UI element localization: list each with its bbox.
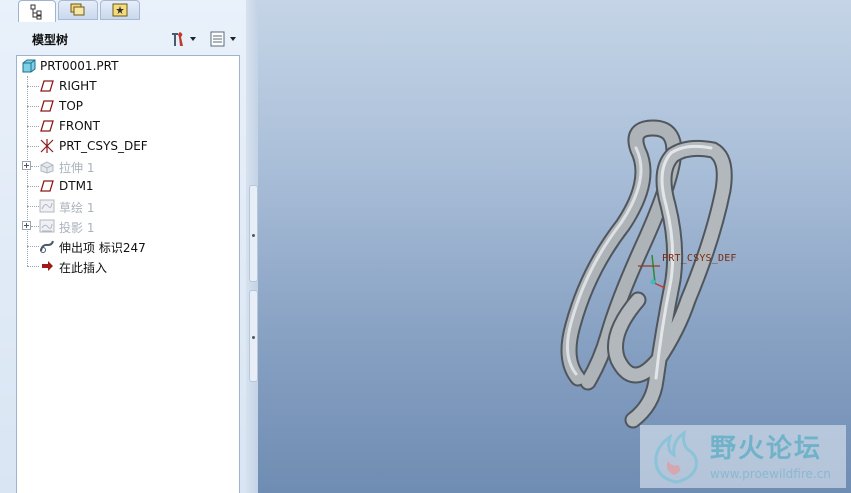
tree-connector xyxy=(31,226,39,227)
tree-item-extrude[interactable]: 拉伸 1 xyxy=(17,156,239,176)
flame-logo-icon xyxy=(654,429,698,484)
tab-layers[interactable] xyxy=(58,0,98,20)
tree-item-insert-here[interactable]: 在此插入 xyxy=(17,256,239,276)
tree-item-dtm1[interactable]: DTM1 xyxy=(17,176,239,196)
tree-connector xyxy=(27,206,39,207)
tree-connector xyxy=(27,186,39,187)
tree-settings-icon xyxy=(172,32,196,46)
tab-favorites[interactable] xyxy=(100,0,140,20)
collapse-grip-bottom[interactable] xyxy=(249,290,258,382)
tree-show-columns-button[interactable] xyxy=(208,29,242,49)
sketch-icon xyxy=(39,199,55,213)
part-icon xyxy=(22,59,36,73)
tree-item-label: 草绘 1 xyxy=(59,201,95,215)
watermark-url: www.proewildfire.cn xyxy=(710,467,831,481)
navigator-panel: 模型树 PRT0001.PRT RIGHT TOP FRONT PRT_CSYS… xyxy=(0,0,258,493)
datum-plane-icon xyxy=(40,180,54,192)
tree-connector xyxy=(27,86,39,87)
tree-connector xyxy=(31,166,39,167)
tree-item-csys[interactable]: PRT_CSYS_DEF xyxy=(17,136,239,156)
tree-item-projection[interactable]: 投影 1 xyxy=(17,216,239,236)
tree-item-label: 在此插入 xyxy=(59,261,108,275)
swept-wire-clip-model[interactable] xyxy=(258,0,851,493)
tree-root-node[interactable]: PRT0001.PRT xyxy=(17,56,239,76)
datum-plane-icon xyxy=(40,120,54,132)
tree-settings-button[interactable] xyxy=(168,29,202,49)
tree-item-right[interactable]: RIGHT xyxy=(17,76,239,96)
tab-model-tree[interactable] xyxy=(18,0,56,22)
model-tree-icon xyxy=(30,4,42,19)
tree-item-sketch[interactable]: 草绘 1 xyxy=(17,196,239,216)
datum-plane-icon xyxy=(40,100,54,112)
tree-connector xyxy=(27,126,39,127)
model-tree-title: 模型树 xyxy=(32,33,69,47)
tree-item-label: 投影 1 xyxy=(59,221,95,235)
favorites-icon xyxy=(112,3,128,17)
layers-icon xyxy=(70,3,85,16)
sweep-protrusion-icon xyxy=(40,240,54,253)
tree-item-label: FRONT xyxy=(59,119,100,133)
tree-item-label: 伸出项 标识247 xyxy=(59,241,146,255)
watermark-title: 野火论坛 xyxy=(710,434,823,464)
tree-item-label: 拉伸 1 xyxy=(59,161,95,175)
extrude-icon xyxy=(40,161,54,174)
model-tree: PRT0001.PRT RIGHT TOP FRONT PRT_CSYS_DEF… xyxy=(16,55,240,493)
csys-label: PRT_CSYS_DEF xyxy=(662,253,737,264)
expand-toggle[interactable] xyxy=(22,161,31,170)
tree-root-label: PRT0001.PRT xyxy=(40,59,119,73)
model-tree-header: 模型树 xyxy=(18,24,242,54)
projection-icon xyxy=(39,219,55,233)
collapse-grip-top[interactable] xyxy=(249,185,258,282)
tree-item-label: DTM1 xyxy=(59,179,94,193)
graphics-viewport[interactable]: PRT_CSYS_DEF xyxy=(258,0,851,493)
tree-item-label: TOP xyxy=(59,99,84,113)
tree-item-label: PRT_CSYS_DEF xyxy=(59,139,148,153)
expand-toggle[interactable] xyxy=(22,221,31,230)
tree-connector xyxy=(27,146,39,147)
datum-plane-icon xyxy=(40,80,54,92)
coordinate-system-icon xyxy=(40,139,54,153)
navigator-tab-strip xyxy=(0,0,258,22)
tree-item-front[interactable]: FRONT xyxy=(17,116,239,136)
tree-connector xyxy=(27,246,39,247)
tree-connector xyxy=(27,266,39,267)
tree-item-protrusion[interactable]: 伸出项 标识247 xyxy=(17,236,239,256)
forum-watermark: 野火论坛 www.proewildfire.cn xyxy=(640,425,846,488)
panel-splitter[interactable] xyxy=(246,0,258,493)
insert-here-arrow-icon xyxy=(42,261,53,271)
tree-connector xyxy=(27,106,39,107)
show-columns-icon xyxy=(210,31,236,47)
tree-item-label: RIGHT xyxy=(59,79,97,93)
tree-item-top[interactable]: TOP xyxy=(17,96,239,116)
